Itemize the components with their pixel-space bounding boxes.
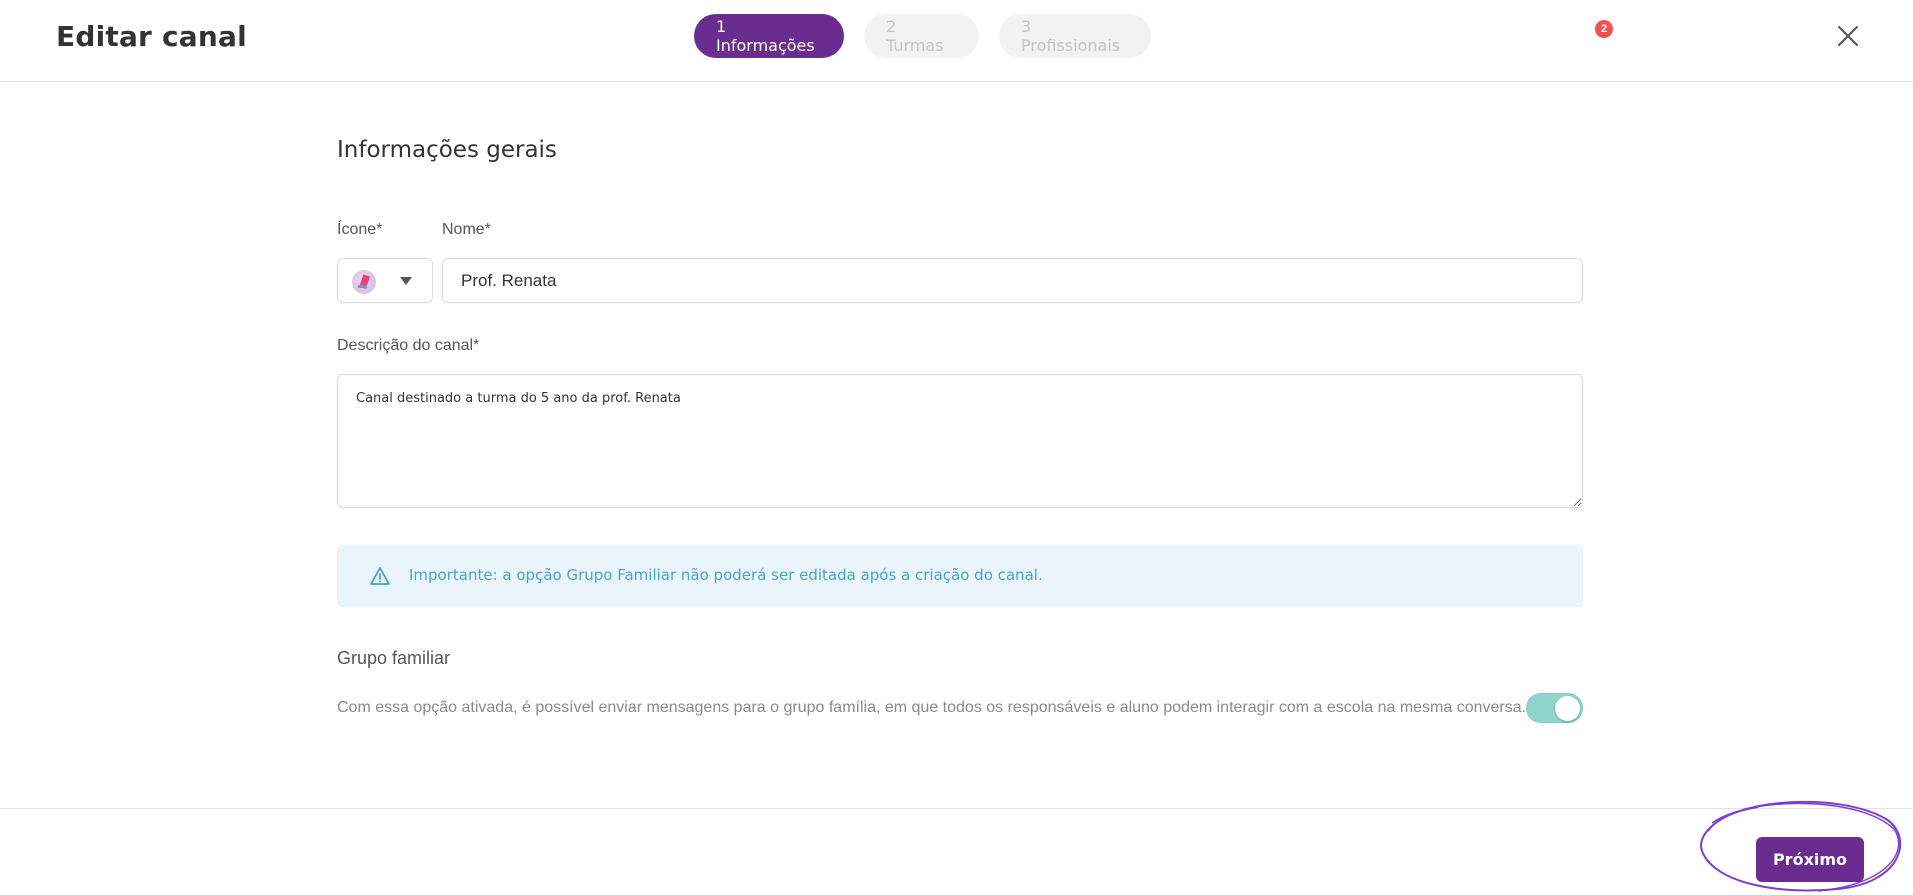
family-group-toggle[interactable]: [1526, 693, 1583, 723]
modal-footer: [0, 808, 1913, 895]
step-turmas[interactable]: 2 Turmas: [864, 14, 979, 58]
family-group-title: Grupo familiar: [337, 648, 451, 668]
icon-label: Ícone*: [337, 221, 383, 238]
channel-avatar-icon: [352, 270, 376, 294]
step-profissionais[interactable]: 3 Profissionais: [999, 14, 1151, 58]
modal-header: Editar canal 1 Informações 2 Turmas 3 Pr…: [0, 0, 1913, 82]
warning-triangle-icon: [370, 567, 390, 585]
chevron-down-icon: [400, 277, 412, 285]
step-informacoes[interactable]: 1 Informações: [694, 14, 844, 58]
edit-channel-modal: Editar canal 1 Informações 2 Turmas 3 Pr…: [0, 0, 1913, 895]
close-icon: [1838, 26, 1858, 46]
icon-select[interactable]: [337, 258, 433, 303]
next-button[interactable]: Próximo: [1756, 837, 1864, 882]
alert-text: Importante: a opção Grupo Familiar não p…: [409, 566, 1043, 584]
close-button[interactable]: [1834, 22, 1862, 50]
stepper: 1 Informações 2 Turmas 3 Profissionais: [694, 14, 1151, 58]
name-label: Nome*: [442, 221, 491, 238]
family-group-description: Com essa opção ativada, é possível envia…: [337, 699, 1527, 716]
page-title: Editar canal: [56, 20, 247, 53]
notification-badge[interactable]: 2: [1595, 20, 1613, 38]
info-alert: Importante: a opção Grupo Familiar não p…: [337, 545, 1583, 607]
description-textarea[interactable]: Canal destinado a turma do 5 ano da prof…: [337, 374, 1583, 508]
name-input[interactable]: [442, 258, 1583, 303]
description-label: Descrição do canal*: [337, 337, 480, 354]
toggle-knob: [1555, 696, 1580, 721]
section-title: Informações gerais: [337, 137, 557, 163]
